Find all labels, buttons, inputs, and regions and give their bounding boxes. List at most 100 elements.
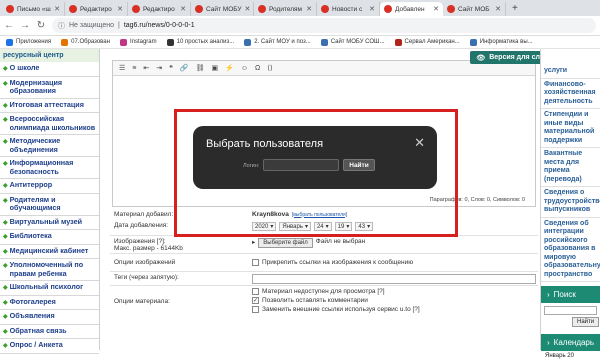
- info-icon[interactable]: ⓘ: [58, 21, 65, 31]
- sidebar-item[interactable]: ◆ Антитеррор: [0, 179, 99, 194]
- main-content: ☰ ≡ ⇤ ⇥ ❝ 🔗 ⛓ ▣ ⚡ ☺ Ω ⟨⟩ Параграфов: 0, Слов: 0, Си…: [110, 49, 538, 350]
- browser-tab[interactable]: Новости с ✕: [317, 2, 380, 16]
- close-tab-icon[interactable]: ✕: [306, 5, 312, 13]
- month-select[interactable]: Январь ▾: [279, 222, 311, 231]
- tab-favicon-icon: [384, 5, 392, 13]
- bookmark-item[interactable]: Приложения: [6, 38, 51, 46]
- outdent-icon[interactable]: ⇤: [143, 64, 149, 72]
- search-button[interactable]: Найти: [572, 317, 600, 327]
- tab-favicon-icon: [321, 5, 329, 13]
- day-select[interactable]: 24 ▾: [313, 222, 332, 231]
- sidebar-item[interactable]: ◆ Виртуальный музей: [0, 216, 99, 230]
- sidebar-item[interactable]: ◆ Итоговая аттестация: [0, 99, 99, 113]
- right-link[interactable]: Стипендии и иные виды материальной подде…: [541, 109, 600, 148]
- close-tab-icon[interactable]: ✕: [180, 5, 186, 13]
- attach-links-checkbox[interactable]: [252, 259, 259, 266]
- sidebar-item[interactable]: ◆ Всероссийская олимпиада школьников: [0, 113, 99, 135]
- close-tab-icon[interactable]: ✕: [495, 5, 501, 13]
- tags-input[interactable]: [252, 274, 536, 284]
- close-tab-icon[interactable]: ✕: [117, 5, 123, 13]
- sidebar-item[interactable]: ◆ Фотогалерея: [0, 296, 99, 310]
- comments-checkbox[interactable]: ✓: [252, 297, 259, 304]
- browser-tab[interactable]: Письмо «ш ✕: [2, 2, 65, 16]
- flash-icon[interactable]: ⚡: [225, 64, 234, 72]
- smiley-icon[interactable]: ☺: [241, 65, 248, 72]
- special-char-icon[interactable]: Ω: [255, 65, 260, 72]
- bookmark-icon: [166, 38, 174, 46]
- find-button[interactable]: Найти: [343, 159, 375, 171]
- back-icon[interactable]: ←: [4, 20, 14, 31]
- right-link[interactable]: Финансово-хозяйственная деятельность: [541, 79, 600, 109]
- hidden-checkbox[interactable]: [252, 288, 259, 295]
- browser-tab[interactable]: Добавлен ✕: [380, 2, 443, 16]
- sidebar-item[interactable]: ◆ Обратная связь: [0, 325, 99, 339]
- bookmark-item[interactable]: 10 простых анализ...: [166, 38, 234, 46]
- minute-select[interactable]: 43 ▾: [355, 222, 374, 231]
- arrow-icon: ◆: [3, 299, 8, 306]
- bookmark-item[interactable]: Instagram: [119, 38, 157, 46]
- browser-tab[interactable]: Редактиро ✕: [65, 2, 128, 16]
- sidebar-item[interactable]: ◆ Информационная безопасность: [0, 157, 99, 179]
- reload-icon[interactable]: ↻: [36, 20, 46, 31]
- comments-label: Позволить оставлять комментарии: [262, 297, 368, 304]
- search-input[interactable]: [544, 306, 597, 315]
- numbered-list-icon[interactable]: ≡: [132, 65, 136, 72]
- arrow-icon: ◆: [3, 263, 8, 269]
- sidebar-item[interactable]: ◆ Модернизация образования: [0, 77, 99, 99]
- dialog-title: Выбрать пользователя: [206, 138, 324, 150]
- uto-checkbox[interactable]: [252, 306, 259, 313]
- browser-tab[interactable]: Сайт МОБ ✕: [443, 2, 506, 16]
- arrow-icon: ◆: [3, 234, 8, 240]
- bookmark-icon: [119, 38, 127, 46]
- bookmark-item[interactable]: Информатика вы...: [469, 38, 533, 46]
- unlink-icon[interactable]: ⛓: [196, 64, 205, 72]
- browser-tab[interactable]: Сайт МОБУ ✕: [191, 2, 254, 16]
- image-icon[interactable]: ▣: [212, 64, 219, 72]
- sidebar-item[interactable]: ◆ Библиотека: [0, 230, 99, 245]
- sidebar-item[interactable]: ◆ Методические объединения: [0, 135, 99, 157]
- sidebar-item[interactable]: ◆ Уполномоченный по правам ребенка: [0, 259, 99, 281]
- close-tab-icon[interactable]: ✕: [369, 5, 375, 13]
- bookmark-item[interactable]: Сайт МОБУ СОШ...: [320, 38, 385, 46]
- quote-icon[interactable]: ❝: [169, 64, 173, 72]
- link-icon[interactable]: 🔗: [180, 64, 189, 72]
- right-link[interactable]: Вакантные места для приема (перевода): [541, 148, 600, 187]
- chevron-down-icon: ▾: [346, 224, 350, 230]
- sidebar-item[interactable]: ◆ О школе: [0, 62, 99, 77]
- arrow-icon: ◆: [3, 161, 8, 167]
- new-tab-icon[interactable]: +: [506, 3, 524, 16]
- indent-icon[interactable]: ⇥: [156, 64, 162, 72]
- sidebar-item[interactable]: ◆ Медицинский кабинет: [0, 245, 99, 259]
- right-link[interactable]: Сведения об интеграции российского образ…: [541, 218, 600, 282]
- html-icon[interactable]: ⟨⟩: [267, 64, 272, 72]
- sidebar-item[interactable]: ◆ Объявления: [0, 310, 99, 325]
- choose-user-link[interactable]: [выбрать пользователя]: [292, 212, 347, 218]
- url-field[interactable]: ⓘ Не защищено | tag6.ru/news/0-0-0-0-1: [52, 18, 596, 33]
- choose-file-button[interactable]: Выберите файл: [258, 238, 313, 248]
- right-link[interactable]: услуги: [541, 65, 600, 79]
- year-select[interactable]: 2020 ▾: [252, 222, 277, 231]
- chevron-down-icon: ▾: [367, 224, 371, 230]
- bookmark-item[interactable]: 2. Сайт МОУ и поз...: [244, 38, 311, 46]
- sidebar-item[interactable]: ◆ Опрос / Анкета: [0, 339, 99, 354]
- image-options-row: Опции изображений Прикрепить ссылки на и…: [110, 254, 538, 272]
- chevron-down-icon: ▾: [325, 224, 329, 230]
- close-tab-icon[interactable]: ✕: [433, 5, 439, 13]
- browser-tab[interactable]: Родителям ✕: [254, 2, 317, 16]
- sidebar-item[interactable]: ◆ Родителям и обучающимся: [0, 194, 99, 216]
- bullet-list-icon[interactable]: ☰: [119, 64, 125, 72]
- close-icon[interactable]: ✕: [414, 135, 425, 151]
- forward-icon[interactable]: →: [20, 20, 30, 31]
- bookmark-item[interactable]: Сервал Американ...: [394, 38, 460, 46]
- hour-select[interactable]: 19 ▾: [334, 222, 353, 231]
- attach-links-label: Прикрепить ссылки на изображения к сообщ…: [262, 259, 414, 266]
- close-tab-icon[interactable]: ✕: [54, 5, 60, 13]
- bookmark-item[interactable]: 07.Образован: [61, 38, 110, 46]
- close-tab-icon[interactable]: ✕: [245, 5, 251, 13]
- login-input[interactable]: [263, 159, 339, 171]
- sidebar-item[interactable]: ◆ Школьный психолог: [0, 281, 99, 296]
- browser-tab[interactable]: Редактиро ✕: [128, 2, 191, 16]
- arrow-icon: ◆: [3, 248, 8, 255]
- editor-status: Параграфов: 0, Слов: 0, Символов: 0: [429, 197, 525, 203]
- right-link[interactable]: Сведения о трудоустройстве выпускников: [541, 187, 600, 218]
